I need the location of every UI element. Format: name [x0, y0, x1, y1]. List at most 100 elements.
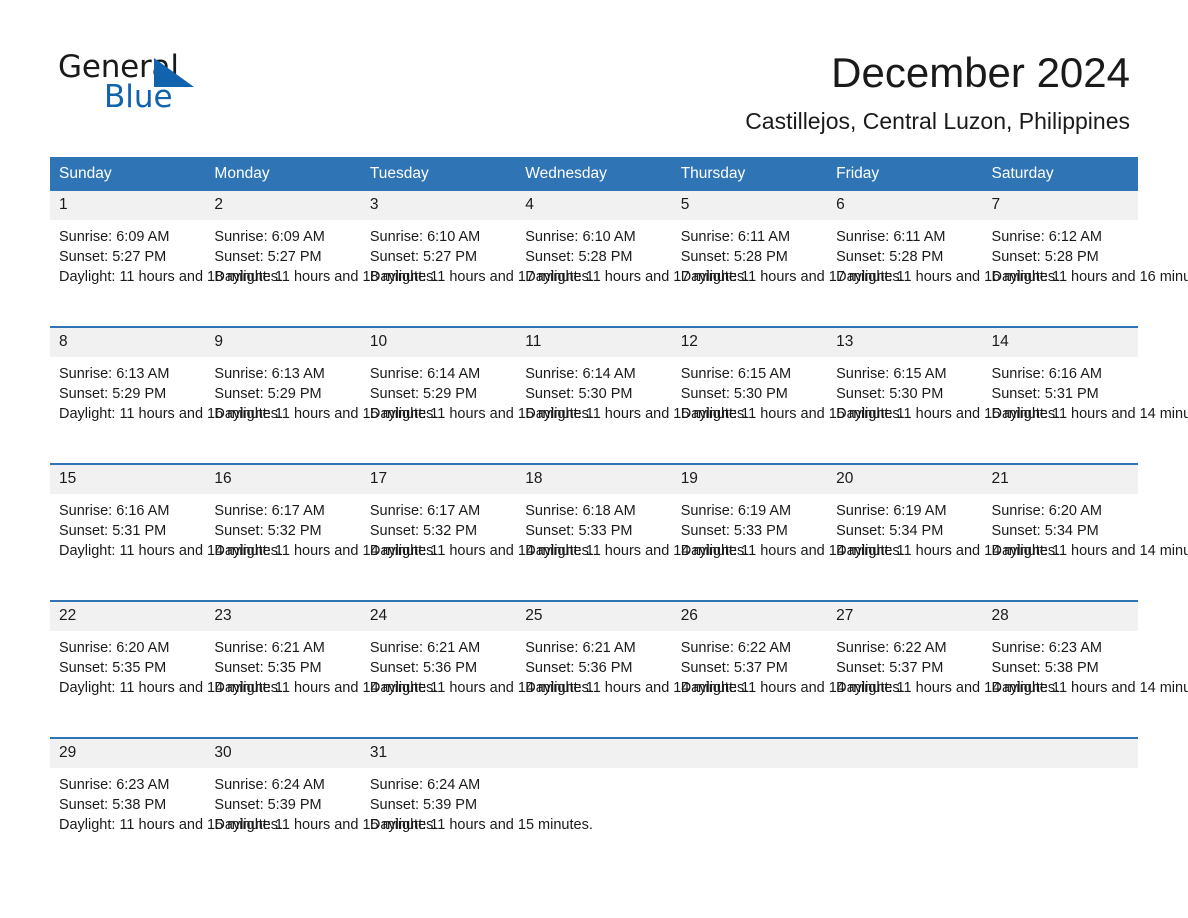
day-details: Sunrise: 6:10 AM Sunset: 5:27 PM Daylight:…	[361, 220, 593, 288]
calendar-day-cell[interactable]: 10 Sunrise: 6:14 AM Sunset: 5:29 PM Dayligh…	[360, 326, 593, 464]
daylight-text: Daylight: 11 hours and 15 minutes.	[214, 817, 438, 834]
daylight-text: Daylight: 11 hours and 15 minutes.	[680, 406, 904, 423]
day-details: Sunrise: 6:09 AM Sunset: 5:27 PM Daylight:…	[50, 220, 283, 288]
calendar-day-cell[interactable]: 7 Sunrise: 6:12 AM Sunset: 5:28 PM Daylight…	[982, 191, 1188, 327]
sunrise-text: Sunrise: 6:09 AM	[214, 229, 325, 245]
day-number: 7	[982, 191, 1138, 220]
sunrise-text: Sunrise: 6:16 AM	[991, 366, 1102, 382]
sunset-text: Sunset: 5:30 PM	[836, 386, 944, 403]
daylight-text: Daylight: 11 hours and 14 minutes.	[991, 543, 1188, 560]
sunset-text: Sunset: 5:36 PM	[525, 660, 633, 677]
sunrise-text: Sunrise: 6:23 AM	[59, 777, 170, 793]
calendar-day-cell[interactable]: 16 Sunrise: 6:17 AM Sunset: 5:32 PM Dayligh…	[205, 463, 437, 601]
day-details: Sunrise: 6:16 AM Sunset: 5:31 PM Daylight:…	[50, 494, 283, 562]
weekday-header-saturday: Saturday	[982, 157, 1138, 191]
sunset-text: Sunset: 5:38 PM	[991, 660, 1099, 677]
calendar-day-cell[interactable]: 25 Sunrise: 6:21 AM Sunset: 5:36 PM Dayligh…	[516, 600, 749, 738]
sunset-text: Sunset: 5:27 PM	[214, 249, 322, 266]
day-number: 6	[827, 191, 983, 220]
sunrise-text: Sunrise: 6:15 AM	[836, 366, 947, 382]
day-number: 28	[982, 602, 1138, 631]
calendar-day-cell[interactable]: 31 Sunrise: 6:24 AM Sunset: 5:39 PM Dayligh…	[360, 737, 593, 874]
calendar-day-cell[interactable]: 18 Sunrise: 6:18 AM Sunset: 5:33 PM Dayligh…	[516, 463, 749, 601]
calendar-day-cell[interactable]: 14 Sunrise: 6:16 AM Sunset: 5:31 PM Dayligh…	[982, 326, 1188, 464]
calendar-day-cell[interactable]: 24 Sunrise: 6:21 AM Sunset: 5:36 PM Dayligh…	[360, 600, 593, 738]
sunrise-text: Sunrise: 6:21 AM	[369, 640, 481, 656]
sunrise-text: Sunrise: 6:19 AM	[836, 503, 947, 519]
day-number: 9	[205, 328, 361, 357]
day-number: 30	[205, 739, 361, 768]
day-details: Sunrise: 6:22 AM Sunset: 5:37 PM Daylight:…	[672, 631, 904, 699]
calendar-day-cell[interactable]: 21 Sunrise: 6:20 AM Sunset: 5:34 PM Dayligh…	[982, 463, 1188, 601]
calendar-day-cell[interactable]: 9 Sunrise: 6:13 AM Sunset: 5:29 PM Daylight…	[205, 326, 437, 464]
sunrise-text: Sunrise: 6:09 AM	[59, 229, 170, 245]
daylight-text: Daylight: 11 hours and 14 minutes.	[991, 406, 1188, 423]
sunrise-text: Sunrise: 6:22 AM	[680, 640, 792, 656]
sunset-text: Sunset: 5:30 PM	[680, 386, 788, 403]
day-number: 26	[671, 602, 828, 631]
calendar-day-cell[interactable]: 4 Sunrise: 6:10 AM Sunset: 5:28 PM Daylight…	[516, 191, 748, 327]
day-number: 12	[671, 328, 828, 357]
calendar-day-cell[interactable]: 5 Sunrise: 6:11 AM Sunset: 5:28 PM Daylight…	[671, 191, 904, 327]
daylight-text: Daylight: 11 hours and 14 minutes.	[525, 543, 749, 560]
calendar-day-cell[interactable]: 2 Sunrise: 6:09 AM Sunset: 5:27 PM Daylight…	[205, 191, 437, 327]
sunrise-text: Sunrise: 6:15 AM	[680, 366, 792, 382]
day-number: 29	[50, 739, 206, 768]
day-number: 16	[205, 465, 361, 494]
sunrise-text: Sunrise: 6:19 AM	[680, 503, 792, 519]
daylight-text: Daylight: 11 hours and 16 minutes.	[991, 269, 1188, 286]
calendar-day-cell[interactable]: 29 Sunrise: 6:23 AM Sunset: 5:38 PM Dayligh…	[50, 737, 282, 874]
day-details: Sunrise: 6:14 AM Sunset: 5:29 PM Daylight:…	[361, 357, 593, 425]
sunset-text: Sunset: 5:38 PM	[59, 797, 167, 814]
sunrise-text: Sunrise: 6:11 AM	[680, 229, 791, 245]
calendar-day-cell[interactable]: 12 Sunrise: 6:15 AM Sunset: 5:30 PM Dayligh…	[671, 326, 904, 464]
day-number: 11	[516, 328, 672, 357]
day-details: Sunrise: 6:09 AM Sunset: 5:27 PM Daylight:…	[205, 220, 437, 288]
sunset-text: Sunset: 5:37 PM	[836, 660, 944, 677]
day-details: Sunrise: 6:19 AM Sunset: 5:33 PM Daylight:…	[672, 494, 904, 562]
day-number: 21	[982, 465, 1138, 494]
calendar-day-cell[interactable]: 3 Sunrise: 6:10 AM Sunset: 5:27 PM Daylight…	[360, 191, 593, 327]
sunset-text: Sunset: 5:32 PM	[369, 523, 478, 540]
weekday-header-wednesday: Wednesday	[516, 157, 672, 191]
calendar-day-cell[interactable]: 6 Sunrise: 6:11 AM Sunset: 5:28 PM Daylight…	[827, 191, 1060, 327]
daylight-text: Daylight: 11 hours and 17 minutes.	[369, 269, 593, 286]
title-block: December 2024 Castillejos, Central Luzon…	[745, 48, 1130, 136]
daylight-text: Daylight: 11 hours and 14 minutes.	[836, 680, 1060, 697]
daylight-text: Daylight: 11 hours and 16 minutes.	[59, 406, 283, 423]
calendar-day-cell[interactable]: 1 Sunrise: 6:09 AM Sunset: 5:27 PM Daylight…	[50, 191, 283, 327]
day-details: Sunrise: 6:11 AM Sunset: 5:28 PM Daylight:…	[827, 220, 1060, 288]
calendar-day-cell[interactable]: 8 Sunrise: 6:13 AM Sunset: 5:29 PM Daylight…	[50, 326, 283, 464]
calendar-day-cell[interactable]: 22 Sunrise: 6:20 AM Sunset: 5:35 PM Dayligh…	[50, 600, 282, 738]
calendar-day-cell[interactable]: 28 Sunrise: 6:23 AM Sunset: 5:38 PM Dayligh…	[982, 600, 1188, 738]
calendar-day-cell[interactable]: 17 Sunrise: 6:17 AM Sunset: 5:32 PM Dayligh…	[360, 463, 593, 601]
daylight-text: Daylight: 11 hours and 14 minutes.	[59, 543, 283, 560]
calendar-day-cell[interactable]: 26 Sunrise: 6:22 AM Sunset: 5:37 PM Dayligh…	[671, 600, 904, 738]
calendar-week-row: 15 Sunrise: 6:16 AM Sunset: 5:31 PM Dayligh…	[50, 463, 1188, 601]
calendar-day-cell[interactable]: 20 Sunrise: 6:19 AM Sunset: 5:34 PM Dayligh…	[827, 463, 1060, 601]
calendar-day-cell[interactable]: 23 Sunrise: 6:21 AM Sunset: 5:35 PM Dayligh…	[205, 600, 437, 738]
day-number: 5	[671, 191, 828, 220]
daylight-text: Daylight: 11 hours and 18 minutes.	[59, 269, 283, 286]
sunrise-text: Sunrise: 6:22 AM	[836, 640, 947, 656]
daylight-text: Daylight: 11 hours and 14 minutes.	[680, 680, 904, 697]
daylight-text: Daylight: 11 hours and 14 minutes.	[525, 680, 749, 697]
calendar-day-cell[interactable]: 30 Sunrise: 6:24 AM Sunset: 5:39 PM Dayligh…	[205, 737, 438, 874]
daylight-text: Daylight: 11 hours and 14 minutes.	[836, 543, 1060, 560]
calendar-day-cell[interactable]: 11 Sunrise: 6:14 AM Sunset: 5:30 PM Dayligh…	[516, 326, 748, 464]
calendar-day-cell[interactable]: 15 Sunrise: 6:16 AM Sunset: 5:31 PM Dayligh…	[50, 463, 283, 601]
calendar-day-cell[interactable]: 19 Sunrise: 6:19 AM Sunset: 5:33 PM Dayligh…	[671, 463, 904, 601]
daylight-text: Daylight: 11 hours and 14 minutes.	[369, 680, 593, 697]
calendar-header-row: Sunday Monday Tuesday Wednesday Thursday…	[50, 157, 1138, 191]
daylight-text: Daylight: 11 hours and 15 minutes.	[836, 406, 1060, 423]
daylight-text: Daylight: 11 hours and 16 minutes.	[836, 269, 1060, 286]
generalblue-logo[interactable]: General Blue	[58, 52, 208, 114]
sunset-text: Sunset: 5:39 PM	[214, 797, 322, 814]
daylight-text: Daylight: 11 hours and 17 minutes.	[680, 269, 904, 286]
calendar-day-cell[interactable]: 13 Sunrise: 6:15 AM Sunset: 5:30 PM Dayligh…	[827, 326, 1060, 464]
sunset-text: Sunset: 5:32 PM	[214, 523, 322, 540]
sunset-text: Sunset: 5:39 PM	[369, 797, 478, 814]
day-details: Sunrise: 6:15 AM Sunset: 5:30 PM Daylight:…	[672, 357, 904, 425]
calendar-day-cell[interactable]: 27 Sunrise: 6:22 AM Sunset: 5:37 PM Dayligh…	[827, 600, 1060, 738]
weekday-header-sunday: Sunday	[50, 157, 206, 191]
